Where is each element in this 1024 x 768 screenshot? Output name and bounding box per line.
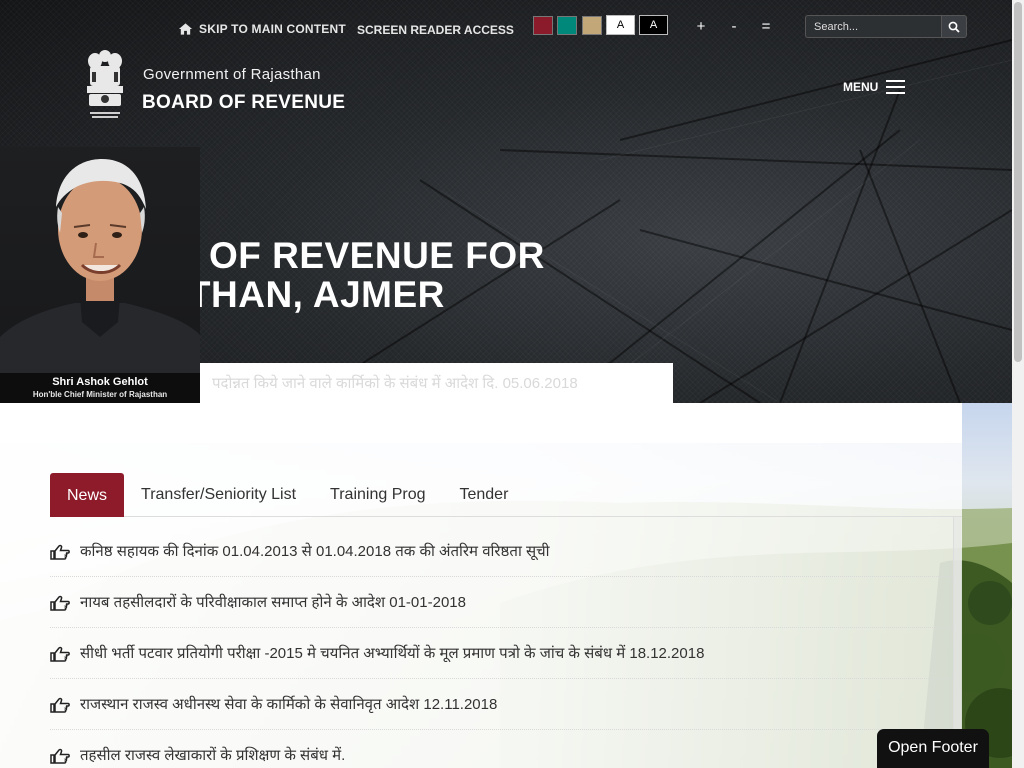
menu-button[interactable]: MENU <box>843 80 906 94</box>
search-box <box>805 15 967 38</box>
skip-to-main-link[interactable]: SKIP TO MAIN CONTENT <box>178 22 346 36</box>
open-footer-button[interactable]: Open Footer <box>877 729 989 768</box>
news-item-text: राजस्थान राजस्व अधीनस्थ सेवा के कार्मिको… <box>80 696 498 713</box>
hand-pointer-icon <box>50 544 70 560</box>
list-item[interactable]: राजस्थान राजस्व अधीनस्थ सेवा के कार्मिको… <box>50 679 953 730</box>
chief-minister-role: Hon'ble Chief Minister of Rajasthan <box>32 390 168 399</box>
tab-transfer-seniority-list[interactable]: Transfer/Seniority List <box>124 473 313 517</box>
search-input[interactable] <box>805 15 941 38</box>
home-icon <box>178 23 193 35</box>
theme-tan-swatch[interactable] <box>582 16 602 35</box>
contrast-normal-button[interactable]: A <box>606 15 635 35</box>
news-item-text: सीधी भर्ती पटवार प्रतियोगी परीक्षा -2015… <box>80 645 705 662</box>
page-scrollbar[interactable] <box>1012 0 1024 768</box>
search-icon <box>948 21 960 33</box>
utility-bar: SKIP TO MAIN CONTENT SCREEN READER ACCES… <box>0 0 1012 50</box>
hand-pointer-icon <box>50 646 70 662</box>
chief-minister-card: Shri Ashok Gehlot Hon'ble Chief Minister… <box>0 147 200 403</box>
tab-news[interactable]: News <box>50 473 125 517</box>
list-item[interactable]: नायब तहसीलदारों के परिवीक्षाकाल समाप्त ह… <box>50 577 953 628</box>
font-increase-button[interactable]: + <box>693 18 709 35</box>
search-button[interactable] <box>941 15 967 38</box>
news-list: कनिष्ठ सहायक की दिनांक 01.04.2013 से 01.… <box>50 526 953 768</box>
ticker-text: पदोन्नत किये जाने वाले कार्मिको के संबंध… <box>212 375 578 392</box>
list-item[interactable]: तहसील राजस्व लेखाकारों के प्रशिक्षण के स… <box>50 730 953 768</box>
content-panel-top <box>0 403 962 443</box>
page-scrollbar-thumb[interactable] <box>1014 2 1022 362</box>
list-item[interactable]: सीधी भर्ती पटवार प्रतियोगी परीक्षा -2015… <box>50 628 953 679</box>
hand-pointer-icon <box>50 697 70 713</box>
chief-minister-name: Shri Ashok Gehlot <box>52 376 148 388</box>
ashoka-emblem-logo[interactable] <box>82 48 128 122</box>
news-item-text: कनिष्ठ सहायक की दिनांक 01.04.2013 से 01.… <box>80 543 550 560</box>
tab-tender[interactable]: Tender <box>442 473 525 517</box>
government-title: Government of Rajasthan <box>143 66 321 83</box>
skip-to-main-label: SKIP TO MAIN CONTENT <box>199 22 346 36</box>
theme-red-swatch[interactable] <box>533 16 553 35</box>
hand-pointer-icon <box>50 595 70 611</box>
menu-label: MENU <box>843 80 879 94</box>
theme-teal-swatch[interactable] <box>557 16 577 35</box>
hand-pointer-icon <box>50 748 70 764</box>
site-title[interactable]: BOARD OF REVENUE <box>142 92 345 114</box>
chief-minister-caption: Shri Ashok Gehlot Hon'ble Chief Minister… <box>0 373 200 403</box>
font-decrease-button[interactable]: - <box>726 18 742 35</box>
news-item-text: तहसील राजस्व लेखाकारों के प्रशिक्षण के स… <box>80 747 346 764</box>
tab-training-prog[interactable]: Training Prog <box>313 473 442 517</box>
content-tabs: News Transfer/Seniority List Training Pr… <box>50 473 962 517</box>
news-ticker[interactable]: पदोन्नत किये जाने वाले कार्मिको के संबंध… <box>200 363 673 403</box>
chief-minister-photo <box>0 159 200 373</box>
news-item-text: नायब तहसीलदारों के परिवीक्षाकाल समाप्त ह… <box>80 594 466 611</box>
font-reset-button[interactable]: = <box>758 18 774 35</box>
hamburger-icon <box>886 80 906 94</box>
contrast-high-button[interactable]: A <box>639 15 668 35</box>
list-item[interactable]: कनिष्ठ सहायक की दिनांक 01.04.2013 से 01.… <box>50 526 953 577</box>
screen-reader-link[interactable]: SCREEN READER ACCESS <box>357 23 514 37</box>
